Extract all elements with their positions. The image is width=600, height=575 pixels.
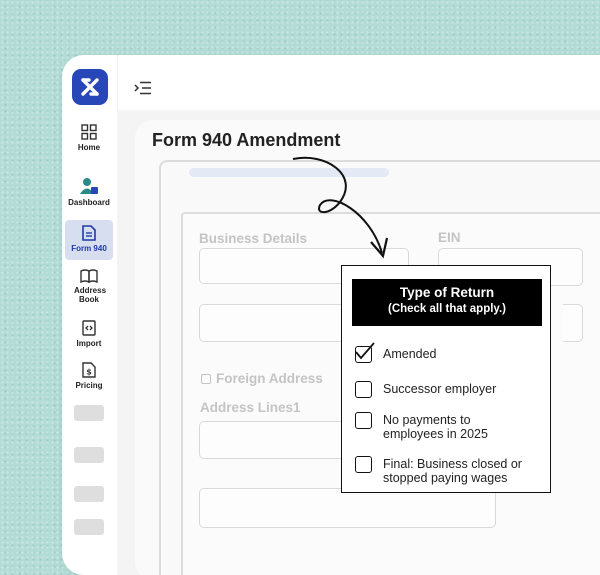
brand-logo[interactable] (72, 69, 108, 105)
option-amended[interactable]: Amended (355, 342, 545, 364)
popup-title: Type of Return (399, 285, 495, 300)
page-title: Form 940 Amendment (152, 130, 341, 150)
sidebar-item-address-book[interactable]: Address Book (65, 269, 113, 304)
popup-header: Type of Return (Check all that apply.) (352, 279, 542, 326)
logo-x-icon (81, 78, 99, 96)
grid-icon (81, 124, 97, 140)
svg-text:$: $ (86, 368, 92, 377)
ein-line2-field[interactable] (563, 304, 583, 342)
sidebar-item-pricing[interactable]: $ Pricing (65, 362, 113, 390)
no-payments-checkbox[interactable] (355, 412, 372, 429)
sidebar-placeholder (74, 486, 104, 502)
import-icon (82, 320, 96, 336)
amended-checkbox[interactable] (355, 342, 375, 363)
sidebar-item-label: Address Book (74, 286, 107, 304)
ein-label: EIN (438, 230, 461, 245)
foreign-address-label: Foreign Address (216, 371, 323, 386)
checkmark-icon (355, 342, 375, 360)
sidebar-item-home[interactable]: Home (65, 124, 113, 152)
menu-toggle-button[interactable] (134, 81, 152, 100)
foreign-address-checkbox[interactable] (201, 374, 211, 384)
sidebar: Home Dashboard Form 940 Address Book Imp… (62, 55, 118, 575)
sidebar-item-form-940[interactable]: Form 940 (65, 220, 113, 260)
sidebar-item-label: Import (76, 339, 102, 348)
user-icon (80, 178, 98, 194)
option-label: Successor employer (383, 382, 497, 396)
option-successor-employer[interactable]: Successor employer (355, 381, 545, 399)
option-label: Final: Business closed or stopped paying… (383, 457, 522, 485)
document-icon (82, 225, 96, 241)
address-line-2-field[interactable] (199, 488, 496, 528)
type-of-return-popup: Type of Return (Check all that apply.) A… (341, 265, 551, 493)
sidebar-item-label: Dashboard (68, 198, 110, 207)
option-label: Amended (383, 347, 437, 361)
successor-employer-checkbox[interactable] (355, 381, 372, 398)
option-label: No payments to employees in 2025 (383, 413, 488, 441)
menu-indent-icon (134, 81, 151, 95)
option-final[interactable]: Final: Business closed or stopped paying… (355, 456, 545, 486)
sidebar-placeholder (74, 519, 104, 535)
option-no-payments[interactable]: No payments to employees in 2025 (355, 412, 545, 442)
popup-subtitle: (Check all that apply.) (387, 303, 506, 315)
final-checkbox[interactable] (355, 456, 372, 473)
sidebar-placeholder (74, 447, 104, 463)
sidebar-item-label: Form 940 (71, 244, 107, 253)
address-lines-label: Address Lines1 (200, 400, 301, 415)
pointer-arrow (292, 156, 389, 259)
book-icon (80, 269, 98, 283)
sidebar-item-label: Home (77, 143, 101, 152)
sidebar-item-dashboard[interactable]: Dashboard (65, 177, 113, 207)
sidebar-item-label: Pricing (75, 381, 103, 390)
pricing-icon: $ (82, 362, 96, 378)
sidebar-placeholder (74, 405, 104, 421)
sidebar-item-import[interactable]: Import (65, 320, 113, 348)
